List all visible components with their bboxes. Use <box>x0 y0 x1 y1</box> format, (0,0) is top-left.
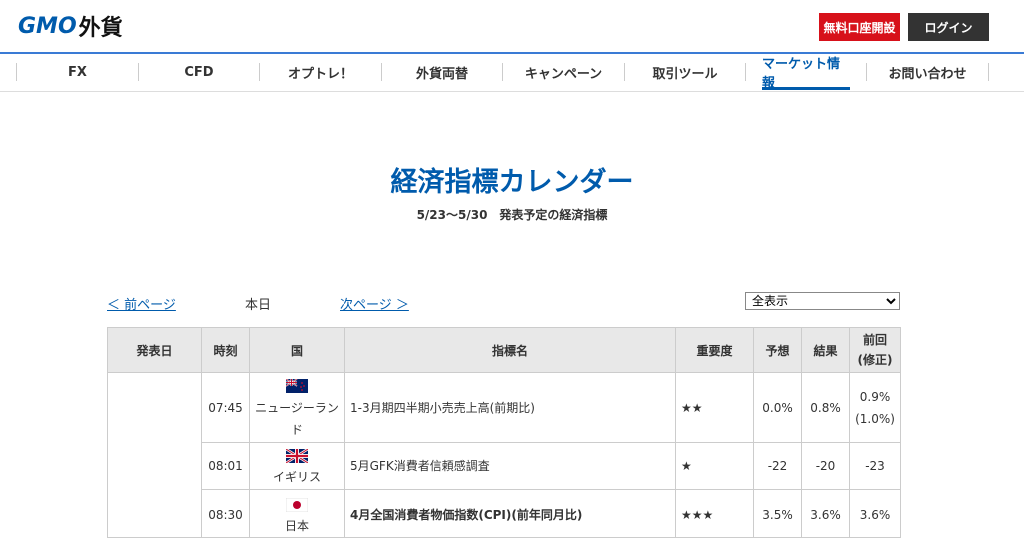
next-page-link[interactable]: 次ページ ＞ <box>340 294 409 313</box>
nav-item-tools[interactable]: 取引ツール <box>625 55 745 89</box>
nav-item-optre[interactable]: オプトレ！ <box>260 55 381 89</box>
forecast-cell: 3.5% <box>753 489 802 538</box>
previous-cell: 3.6% <box>849 489 901 538</box>
previous-cell: -23 <box>849 442 901 490</box>
result-cell: 0.8% <box>801 372 850 443</box>
main-nav: FX CFD オプトレ！ 外貨両替 キャンペーン 取引ツール マーケット情報 お… <box>0 55 1024 92</box>
logo-gmo-text: GMO <box>18 13 77 39</box>
gmo-gaika-logo[interactable]: GMO 外貨 <box>18 10 123 42</box>
nz-flag-icon <box>286 379 308 393</box>
indicator-calendar-table: 発表日 時刻 国 指標名 重要度 予想 結果 前回 (修正) 07:45 ニュー… <box>107 327 901 538</box>
indicator-name-link[interactable]: 5月GFK消費者信頼感調査 <box>344 442 676 490</box>
header-importance: 重要度 <box>675 327 754 373</box>
result-cell: 3.6% <box>801 489 850 538</box>
previous-revised-value: (1.0%) <box>855 411 895 426</box>
result-cell: -20 <box>801 442 850 490</box>
nav-item-cfd[interactable]: CFD <box>139 55 259 89</box>
table-row: 07:45 ニュージーランド 1-3月期四半期小売売上高(前期比) ★★ 0.0… <box>107 372 901 538</box>
nav-item-campaign[interactable]: キャンペーン <box>503 55 624 89</box>
display-filter-select[interactable]: 全表示 <box>745 292 900 310</box>
date-cell <box>107 372 202 538</box>
uk-flag-icon <box>286 448 308 463</box>
nav-item-exchange[interactable]: 外貨両替 <box>382 55 502 89</box>
prev-page-link[interactable]: ＜ 前ページ <box>107 294 176 313</box>
header-previous-line2: (修正) <box>857 353 893 367</box>
forecast-cell: -22 <box>753 442 802 490</box>
previous-cell: 0.9% (1.0%) <box>849 372 901 443</box>
today-label[interactable]: 本日 <box>245 294 271 313</box>
jp-flag-icon <box>286 497 308 512</box>
nav-item-contact[interactable]: お問い合わせ <box>867 55 988 89</box>
header-previous-line1: 前回 <box>862 333 887 347</box>
logo-gaika-text: 外貨 <box>78 16 123 41</box>
country-cell: イギリス <box>249 442 345 490</box>
nav-item-market-info-label: マーケット情報 <box>762 57 841 91</box>
country-name: 日本 <box>284 519 309 533</box>
header-time: 時刻 <box>201 327 250 373</box>
nav-separator <box>988 63 989 81</box>
header-date: 発表日 <box>107 327 202 373</box>
site-header: GMO 外貨 無料口座開設 ログイン <box>0 0 1024 54</box>
header-result: 結果 <box>801 327 850 373</box>
importance-stars: ★★ <box>675 372 754 443</box>
nav-item-fx[interactable]: FX <box>17 55 138 89</box>
importance-stars: ★ <box>675 442 754 490</box>
indicator-name-link[interactable]: 4月全国消費者物価指数(CPI)(前年同月比) <box>344 489 676 538</box>
country-name: イギリス <box>272 470 321 484</box>
nav-separator <box>745 63 746 81</box>
header-previous: 前回 (修正) <box>849 327 901 373</box>
country-cell: ニュージーランド <box>249 372 345 443</box>
header-indicator: 指標名 <box>344 327 676 373</box>
time-cell: 07:45 <box>201 372 250 443</box>
importance-stars: ★★★ <box>675 489 754 538</box>
header-forecast: 予想 <box>753 327 802 373</box>
time-cell: 08:30 <box>201 489 250 538</box>
page-subtitle: 5/23〜5/30 発表予定の経済指標 <box>416 208 608 222</box>
country-name: ニュージーランド <box>255 400 339 437</box>
nav-item-market-info[interactable]: マーケット情報 <box>762 55 850 91</box>
login-button[interactable]: ログイン <box>908 13 989 41</box>
indicator-name-link[interactable]: 1-3月期四半期小売売上高(前期比) <box>344 372 676 443</box>
header-country: 国 <box>249 327 345 373</box>
open-account-button[interactable]: 無料口座開設 <box>819 13 900 41</box>
forecast-cell: 0.0% <box>753 372 802 443</box>
previous-value: 0.9% <box>859 389 891 404</box>
country-cell: 日本 <box>249 489 345 538</box>
table-row: 08:30 日本 4月全国消費者物価指数(CPI)(前年同月比) ★★★ 3.5… <box>108 489 901 538</box>
time-cell: 08:01 <box>201 442 250 490</box>
nav-active-underline <box>762 87 850 90</box>
page-title: 経済指標カレンダー <box>390 167 634 198</box>
table-row: 08:01 イギリス 5月GFK消費者信頼感調査 ★ -22 -20 -23 <box>108 442 901 490</box>
table-header-row: 発表日 時刻 国 指標名 重要度 予想 結果 前回 (修正) <box>107 327 901 373</box>
